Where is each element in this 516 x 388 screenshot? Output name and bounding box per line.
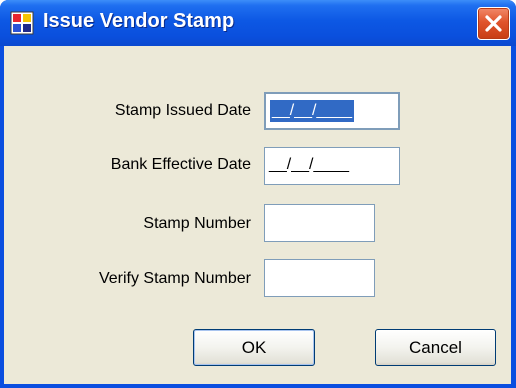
verify-stamp-number-label: Verify Stamp Number bbox=[98, 270, 251, 287]
bank-effective-date-value: __/__/____ bbox=[269, 156, 350, 173]
close-x-icon bbox=[485, 15, 502, 32]
window-title: Issue Vendor Stamp bbox=[43, 10, 235, 32]
ok-button[interactable]: OK bbox=[193, 329, 315, 366]
verify-stamp-number-field[interactable] bbox=[264, 259, 375, 297]
stamp-number-field[interactable] bbox=[264, 204, 375, 242]
title-bar[interactable]: Issue Vendor Stamp bbox=[0, 0, 516, 46]
stamp-number-label: Stamp Number bbox=[143, 215, 251, 232]
bank-effective-date-field[interactable]: __/__/____ bbox=[264, 147, 400, 185]
cancel-button[interactable]: Cancel bbox=[375, 329, 496, 366]
stamp-issued-date-label: Stamp Issued Date bbox=[114, 102, 251, 119]
dialog-window: Issue Vendor Stamp Stamp Issued Date __/… bbox=[0, 0, 516, 388]
bank-effective-date-label: Bank Effective Date bbox=[110, 156, 251, 173]
stamp-issued-date-value: __/__/____ bbox=[270, 99, 355, 122]
dialog-body: Stamp Issued Date __/__/____ Bank Effect… bbox=[4, 46, 511, 384]
stamp-issued-date-field[interactable]: __/__/____ bbox=[264, 92, 400, 130]
close-button[interactable] bbox=[477, 7, 510, 40]
app-window-icon bbox=[10, 11, 34, 35]
